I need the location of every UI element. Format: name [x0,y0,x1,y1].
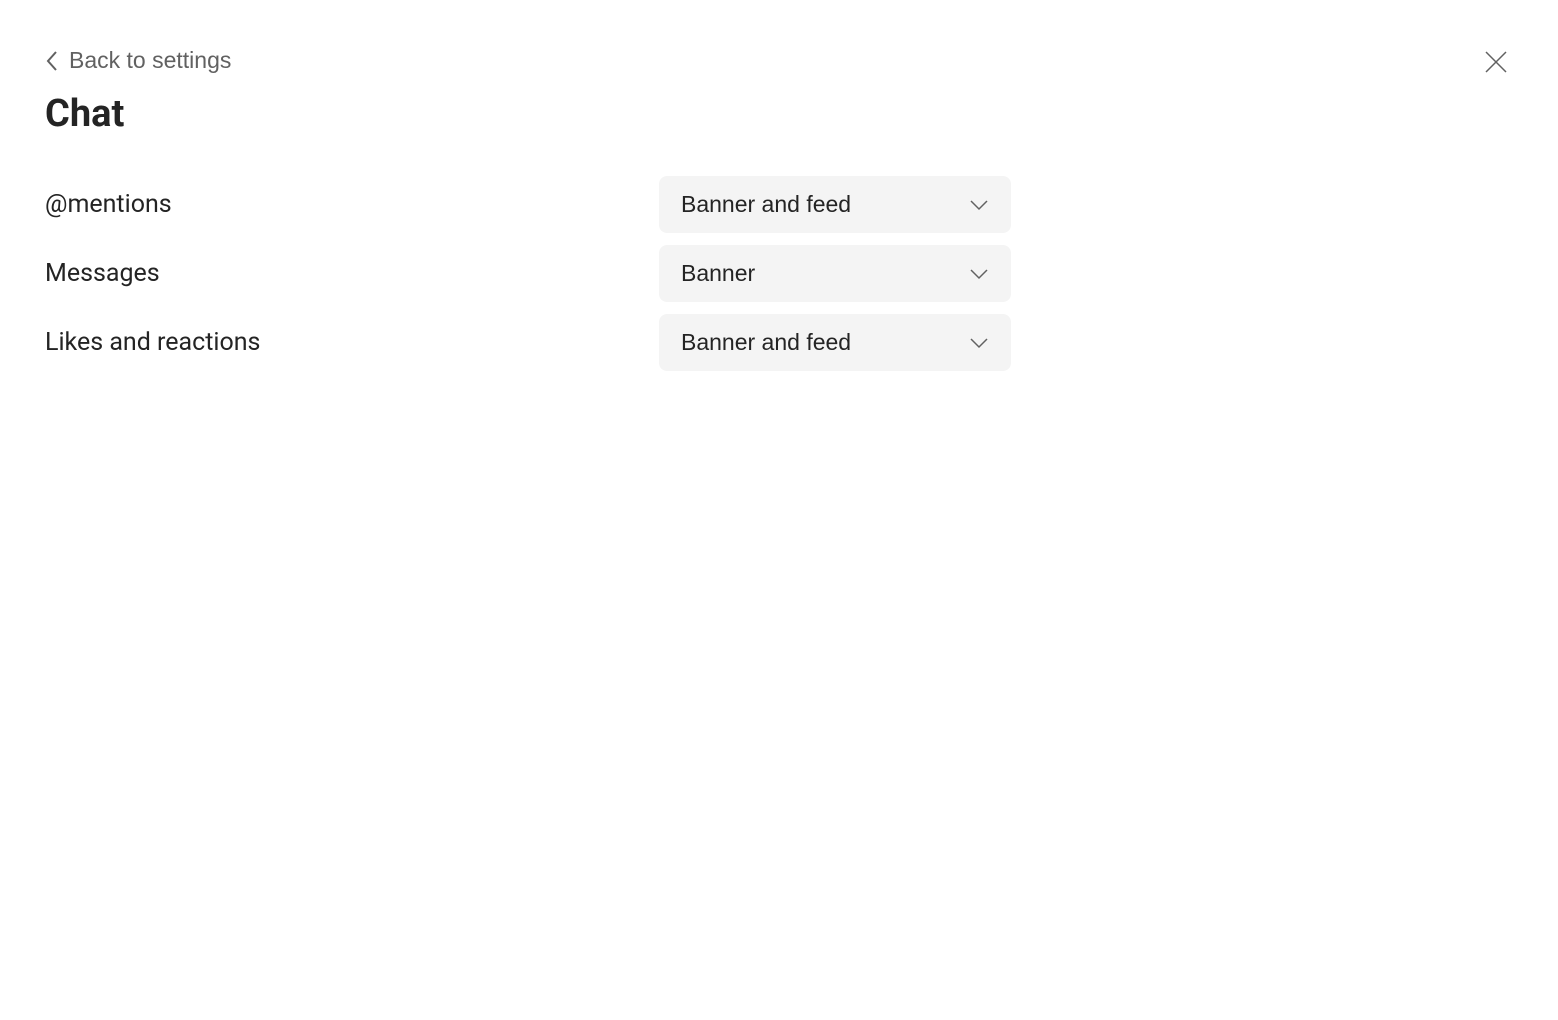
chevron-left-icon [45,50,59,72]
setting-label-mentions: @mentions [45,190,172,219]
chevron-down-icon [969,268,989,280]
chevron-down-icon [969,337,989,349]
dropdown-likes-reactions[interactable]: Banner and feed [659,314,1011,371]
back-to-settings-link[interactable]: Back to settings [45,47,231,74]
setting-row-likes-reactions: Likes and reactions Banner and feed [45,314,1011,371]
dropdown-value-mentions: Banner and feed [681,191,851,218]
settings-list: @mentions Banner and feed Messages Banne… [45,176,1513,371]
setting-row-mentions: @mentions Banner and feed [45,176,1011,233]
chevron-down-icon [969,199,989,211]
setting-label-likes-reactions: Likes and reactions [45,328,260,357]
dropdown-value-likes-reactions: Banner and feed [681,329,851,356]
back-link-label: Back to settings [69,47,231,74]
setting-row-messages: Messages Banner [45,245,1011,302]
setting-label-messages: Messages [45,259,160,288]
page-title: Chat [45,92,1513,136]
dropdown-mentions[interactable]: Banner and feed [659,176,1011,233]
close-button[interactable] [1481,47,1511,77]
close-icon [1484,50,1508,74]
dropdown-value-messages: Banner [681,260,755,287]
dropdown-messages[interactable]: Banner [659,245,1011,302]
